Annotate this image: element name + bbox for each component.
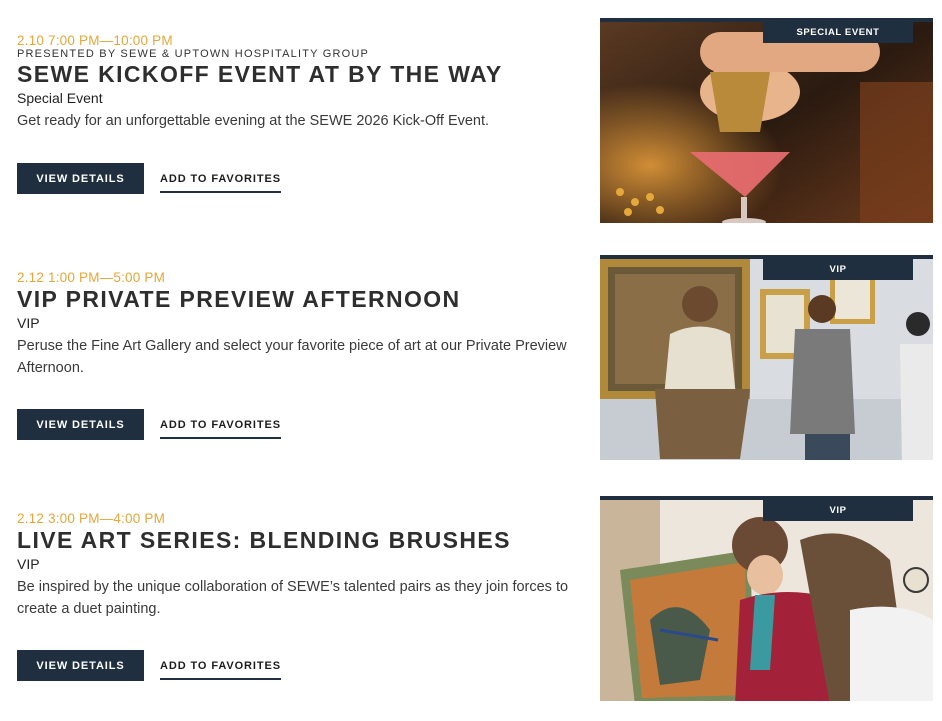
event-description: Peruse the Fine Art Gallery and select y…: [17, 338, 567, 376]
event-presenter: PRESENTED BY SEWE & UPTOWN HOSPITALITY G…: [17, 48, 370, 60]
event-text: 2.12 3:00 PM—4:00 PM LIVE ART SERIES: BL…: [17, 511, 577, 620]
painting-photo-image: [600, 500, 933, 701]
cocktail-photo-image: [600, 22, 933, 223]
event-photo-gallery[interactable]: VIP: [600, 255, 933, 460]
event-actions: VIEW DETAILS ADD TO FAVORITES: [17, 409, 281, 440]
event-actions: VIEW DETAILS ADD TO FAVORITES: [17, 163, 281, 194]
event-text: 2.12 1:00 PM—5:00 PM VIP PRIVATE PREVIEW…: [17, 270, 577, 379]
event-category: VIP: [17, 315, 40, 331]
event-title[interactable]: SEWE KICKOFF EVENT AT BY THE WAY: [17, 60, 577, 88]
add-to-favorites-button[interactable]: ADD TO FAVORITES: [160, 419, 281, 439]
event-badge: VIP: [763, 259, 913, 280]
add-to-favorites-button[interactable]: ADD TO FAVORITES: [160, 173, 281, 193]
event-photo-painting[interactable]: VIP: [600, 496, 933, 701]
event-text: 2.10 7:00 PM—10:00 PM PRESENTED BY SEWE …: [17, 33, 577, 132]
add-to-favorites-button[interactable]: ADD TO FAVORITES: [160, 660, 281, 680]
event-photo-cocktail[interactable]: SPECIAL EVENT: [600, 18, 933, 223]
event-badge: SPECIAL EVENT: [763, 22, 913, 43]
event-title[interactable]: LIVE ART SERIES: BLENDING BRUSHES: [17, 526, 577, 554]
view-details-button[interactable]: VIEW DETAILS: [17, 163, 144, 194]
event-title[interactable]: VIP PRIVATE PREVIEW AFTERNOON: [17, 285, 577, 313]
event-category: Special Event: [17, 90, 103, 106]
event-description: Be inspired by the unique collaboration …: [17, 579, 569, 617]
view-details-button[interactable]: VIEW DETAILS: [17, 650, 144, 681]
event-date: 2.12 3:00 PM—4:00 PM: [17, 511, 166, 526]
event-description: Get ready for an unforgettable evening a…: [17, 113, 490, 129]
event-actions: VIEW DETAILS ADD TO FAVORITES: [17, 650, 281, 681]
event-date: 2.10 7:00 PM—10:00 PM: [17, 33, 173, 48]
event-date: 2.12 1:00 PM—5:00 PM: [17, 270, 166, 285]
event-category: VIP: [17, 556, 40, 572]
gallery-photo-image: [600, 259, 933, 460]
view-details-button[interactable]: VIEW DETAILS: [17, 409, 144, 440]
event-badge: VIP: [763, 500, 913, 521]
